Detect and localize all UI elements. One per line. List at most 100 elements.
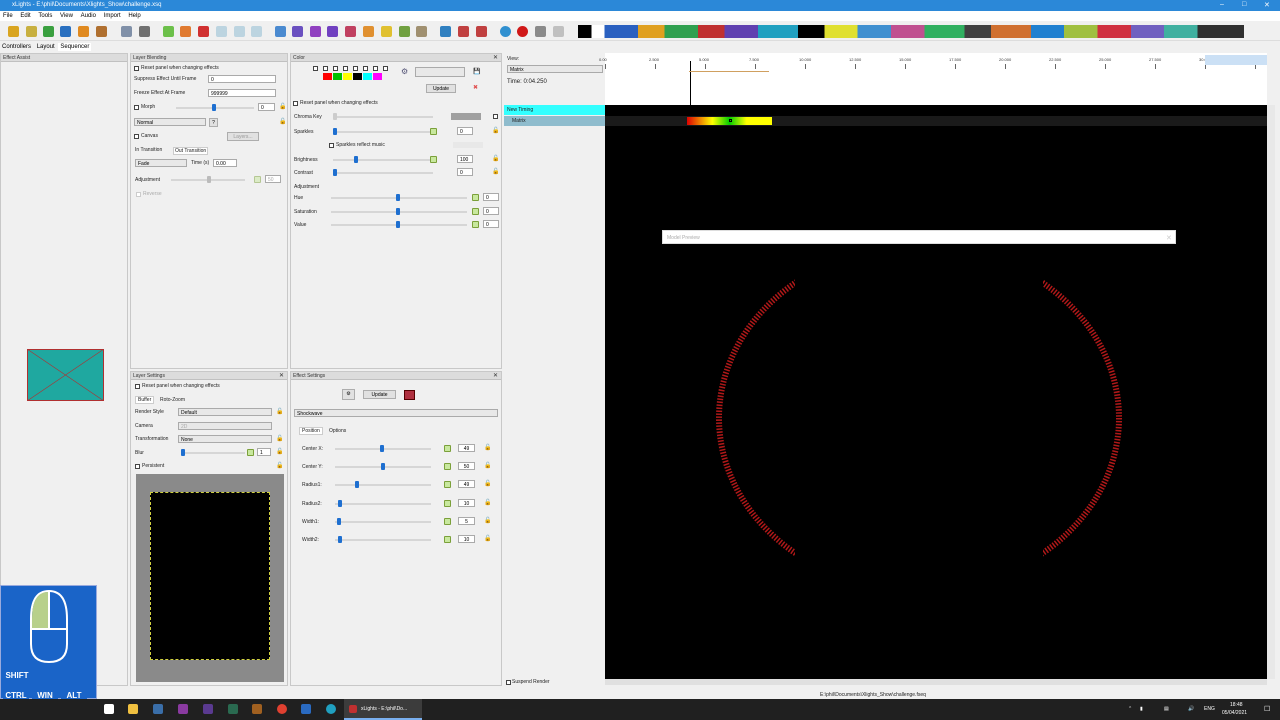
color-icon[interactable] (345, 26, 356, 37)
photoshop-icon[interactable] (301, 704, 311, 714)
tab-sequencer[interactable]: Sequencer (58, 43, 92, 51)
zoom-icon[interactable] (440, 26, 451, 37)
palette-swatch[interactable] (353, 73, 362, 80)
menu-tools[interactable]: Tools (35, 11, 55, 19)
value-curve-icon[interactable] (247, 449, 254, 456)
lock-icon[interactable]: 🔓 (484, 462, 491, 469)
row-matrix[interactable]: Matrix (504, 116, 605, 126)
tab-position[interactable]: Position (299, 427, 323, 435)
param-slider[interactable] (335, 484, 431, 487)
play-icon[interactable] (163, 26, 174, 37)
param-value[interactable]: 10 (458, 535, 475, 543)
clock-date[interactable]: 05/04/2021 (1222, 710, 1247, 716)
lock-icon[interactable]: 🔓 (276, 448, 283, 455)
param-slider[interactable] (335, 520, 431, 523)
replay-icon[interactable] (251, 26, 262, 37)
value-curve-icon[interactable] (472, 194, 479, 201)
morph-slider-thumb[interactable] (212, 104, 216, 111)
group-icon[interactable] (310, 26, 321, 37)
contrast-slider-thumb[interactable] (333, 169, 337, 176)
reset-checkbox[interactable] (293, 101, 298, 106)
suppress-input[interactable]: 0 (208, 75, 276, 83)
param-slider[interactable] (335, 539, 431, 541)
clock-time[interactable]: 18:48 (1230, 702, 1243, 708)
open-icon[interactable] (43, 26, 54, 37)
lock-icon[interactable]: 🔓 (279, 118, 286, 125)
value-curve-icon[interactable] (430, 128, 437, 135)
record-dot-icon[interactable] (517, 26, 528, 37)
transition-select[interactable]: Fade (135, 159, 187, 167)
palette-checkbox[interactable] (383, 66, 388, 71)
palette-swatch[interactable] (343, 73, 352, 80)
lock-icon[interactable]: 🔓 (484, 480, 491, 487)
minimize-icon[interactable]: – (1220, 1, 1224, 8)
blend-help-button[interactable]: ? (209, 118, 218, 127)
timeline-ruler[interactable]: 0.00 2.500 5.000 7.500 10.000 12.500 15.000 17.… (599, 53, 1267, 105)
chroma-slider[interactable] (333, 116, 433, 118)
bulb-icon[interactable] (381, 26, 392, 37)
export-icon[interactable] (476, 26, 487, 37)
palette-checkbox[interactable] (313, 66, 318, 71)
menu-edit[interactable]: Edit (17, 11, 33, 19)
lock-icon[interactable]: 🔓 (492, 127, 499, 134)
horizontal-scrollbar[interactable] (605, 679, 1267, 685)
pen-icon[interactable] (416, 26, 427, 37)
render-style-select[interactable]: Default (178, 408, 272, 416)
param-value[interactable]: 50 (458, 462, 475, 471)
update-button[interactable]: Update (426, 84, 456, 93)
xlights-task-button[interactable]: xLights - E:\phil\Do... (344, 699, 422, 720)
tab-roto-zoom[interactable]: Roto-Zoom (160, 397, 185, 403)
param-slider-thumb[interactable] (336, 517, 341, 525)
layers-button[interactable]: Layers... (227, 132, 259, 141)
effects-palette[interactable] (578, 25, 1244, 38)
lock-icon[interactable]: 🔓 (492, 168, 499, 175)
lights-icon[interactable] (275, 26, 286, 37)
close-icon[interactable]: ✕ (1264, 1, 1270, 9)
file-explorer-icon[interactable] (128, 704, 138, 714)
reset-checkbox[interactable] (134, 66, 139, 71)
tray-volume-icon[interactable]: 🔊 (1188, 706, 1194, 712)
sparkles-slider-thumb[interactable] (333, 128, 337, 135)
tray-chevron-icon[interactable]: ⌃ (1128, 706, 1132, 712)
value-slider-thumb[interactable] (396, 221, 400, 228)
sparkles-color-swatch[interactable] (453, 142, 483, 148)
new-icon[interactable] (26, 26, 37, 37)
house-icon[interactable] (363, 26, 374, 37)
model-preview-titlebar[interactable]: Model Preview ✕ (662, 230, 1176, 244)
tab-out-transition[interactable]: Out Transition (173, 147, 209, 155)
value-curve-icon[interactable] (430, 156, 437, 163)
menu-import[interactable]: Import (101, 11, 124, 19)
palette-swatch[interactable] (363, 73, 372, 80)
palette-select[interactable] (415, 67, 465, 77)
palette-checkbox[interactable] (333, 66, 338, 71)
param-value[interactable]: 49 (458, 444, 475, 452)
morph-checkbox[interactable] (134, 105, 139, 110)
effect-select[interactable]: Shockwave (294, 409, 498, 417)
lock-icon[interactable]: 🔓 (276, 435, 283, 442)
save-palette-icon[interactable]: 💾 (473, 68, 480, 75)
vertical-scrollbar[interactable] (1267, 105, 1275, 679)
illustrator-icon[interactable] (252, 704, 262, 714)
adjustment-value[interactable]: 50 (265, 175, 281, 183)
close-icon[interactable]: ✕ (1166, 234, 1172, 242)
value-curve-icon[interactable] (444, 517, 451, 525)
param-value[interactable]: 49 (458, 480, 475, 489)
value-curve-icon[interactable] (444, 463, 451, 471)
wand-icon[interactable] (399, 26, 410, 37)
palette-checkbox[interactable] (363, 66, 368, 71)
record-icon[interactable] (458, 26, 469, 37)
edge-icon[interactable] (326, 704, 336, 714)
rewind-icon[interactable] (216, 26, 227, 37)
effect-preset-button[interactable]: ⚙ (342, 389, 355, 400)
transformation-select[interactable]: None (178, 435, 272, 443)
value-curve-icon[interactable] (444, 445, 451, 452)
save-icon[interactable] (60, 26, 71, 37)
menu-audio[interactable]: Audio (78, 11, 99, 19)
view-select[interactable]: Matrix (507, 65, 603, 73)
canvas-checkbox[interactable] (134, 134, 139, 139)
brightness-value[interactable]: 100 (457, 155, 473, 163)
lock-icon[interactable]: 🔓 (484, 517, 491, 524)
blur-slider[interactable] (181, 452, 245, 454)
adjustment-slider-thumb[interactable] (207, 176, 211, 183)
close-icon[interactable]: ✕ (493, 54, 498, 61)
